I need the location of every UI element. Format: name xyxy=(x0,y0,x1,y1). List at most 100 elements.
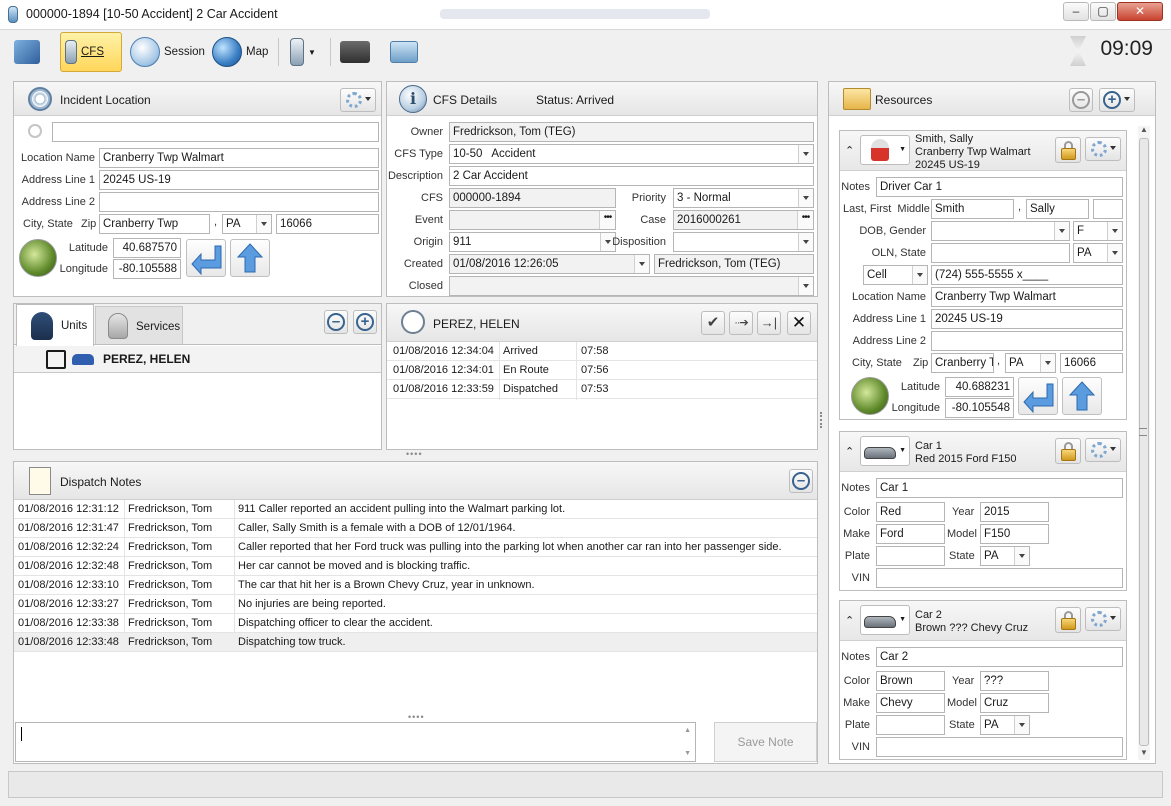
chevron-down-icon[interactable] xyxy=(798,277,813,295)
vertical-splitter-handle[interactable] xyxy=(820,412,823,428)
chevron-down-icon[interactable] xyxy=(256,215,271,233)
resources-scrollbar[interactable]: ▲ ▼ xyxy=(1138,125,1150,760)
table-row[interactable]: 01/08/2016 12:32:24 Fredrickson, Tom Calle… xyxy=(14,538,817,557)
car2-state-select[interactable]: PA xyxy=(980,715,1030,735)
car2-make-field[interactable]: Chevy xyxy=(876,693,945,713)
origin-select[interactable]: 911 xyxy=(449,232,616,252)
car2-plate-field[interactable] xyxy=(876,715,945,735)
car2-model-field[interactable]: Cruz xyxy=(980,693,1049,713)
chevron-down-icon[interactable] xyxy=(1040,354,1055,372)
description-field[interactable]: 2 Car Accident xyxy=(449,166,814,186)
table-row[interactable]: 01/08/2016 12:31:47 Fredrickson, Tom Calle… xyxy=(14,519,817,538)
note-input[interactable]: ▲ ▼ xyxy=(15,722,696,762)
person-address-1-field[interactable]: 20245 US-19 xyxy=(931,309,1123,329)
car1-color-field[interactable]: Red xyxy=(876,502,945,522)
car1-state-select[interactable]: PA xyxy=(980,546,1030,566)
chevron-down-icon[interactable] xyxy=(798,189,813,207)
car1-make-field[interactable]: Ford xyxy=(876,524,945,544)
map-button[interactable]: Map xyxy=(212,32,268,72)
scroll-up-icon[interactable]: ▲ xyxy=(1140,125,1148,134)
chevron-down-icon[interactable] xyxy=(634,255,649,273)
chevron-down-icon[interactable] xyxy=(1054,222,1069,240)
state-select[interactable]: PA xyxy=(222,214,272,234)
phone-type-select[interactable]: Cell xyxy=(863,265,928,285)
dob-select[interactable] xyxy=(931,221,1070,241)
return-arrow-button[interactable] xyxy=(186,239,226,277)
collapse-chevron-icon[interactable]: ⌃ xyxy=(845,614,854,627)
car2-settings-button[interactable] xyxy=(1085,607,1121,631)
table-row[interactable]: 01/08/2016 12:34:01 En Route 07:56 xyxy=(387,361,817,380)
splitter-handle[interactable]: •••• xyxy=(408,712,425,722)
minimize-button[interactable]: – xyxy=(1063,2,1089,21)
zip-field[interactable]: 16066 xyxy=(276,214,379,234)
city-field[interactable]: Cranberry Twp xyxy=(99,214,210,234)
person-longitude-field[interactable]: -80.105548 xyxy=(945,398,1014,418)
table-row[interactable]: 01/08/2016 12:33:38 Fredrickson, Tom Dispa… xyxy=(14,614,817,633)
longitude-field[interactable]: -80.105588 xyxy=(113,259,181,279)
chevron-down-icon[interactable] xyxy=(912,266,927,284)
radio-menu-button[interactable]: ▼ xyxy=(290,32,316,72)
next-status-button[interactable]: ··➔ xyxy=(729,311,753,335)
unit-row[interactable]: PEREZ, HELEN xyxy=(14,346,381,373)
lock-button[interactable] xyxy=(1055,607,1081,633)
chevron-down-icon[interactable] xyxy=(798,145,813,163)
person-address-2-field[interactable] xyxy=(931,331,1123,351)
oln-state-select[interactable]: PA xyxy=(1073,243,1123,263)
person-state-select[interactable]: PA xyxy=(1005,353,1056,373)
scroll-thumb[interactable] xyxy=(1139,138,1149,746)
car1-notes-field[interactable]: Car 1 xyxy=(876,478,1123,498)
chevron-down-icon[interactable] xyxy=(798,233,813,251)
up-arrow-button[interactable] xyxy=(230,239,270,277)
add-unit-button[interactable]: + xyxy=(353,310,377,334)
gender-select[interactable]: F xyxy=(1073,221,1123,241)
event-field[interactable]: ••• xyxy=(449,210,616,230)
table-row[interactable]: 01/08/2016 12:33:59 Dispatched 07:53 xyxy=(387,380,817,399)
chevron-down-icon[interactable] xyxy=(1107,244,1122,262)
ellipsis-icon[interactable]: ••• xyxy=(599,211,615,229)
network-button[interactable] xyxy=(390,32,418,72)
table-row[interactable]: 01/08/2016 12:32:48 Fredrickson, Tom Her c… xyxy=(14,557,817,576)
person-city-field[interactable]: Cranberry T xyxy=(931,353,994,373)
clear-unit-button[interactable]: ✕ xyxy=(787,311,811,335)
priority-select[interactable]: 3 - Normal xyxy=(673,188,814,208)
remove-unit-button[interactable]: – xyxy=(324,310,348,334)
close-button[interactable]: ✕ xyxy=(1117,2,1163,21)
car2-color-field[interactable]: Brown xyxy=(876,671,945,691)
location-name-field[interactable]: Cranberry Twp Walmart xyxy=(99,148,379,168)
person-latitude-field[interactable]: 40.688231 xyxy=(945,377,1014,397)
maximize-button[interactable]: ▢ xyxy=(1090,2,1116,21)
print-button[interactable] xyxy=(340,32,370,72)
closed-field[interactable] xyxy=(449,276,814,296)
add-resource-button[interactable]: + xyxy=(1099,88,1135,112)
table-row[interactable]: 01/08/2016 12:33:10 Fredrickson, Tom The c… xyxy=(14,576,817,595)
splitter-handle[interactable]: •••• xyxy=(406,449,423,459)
lock-button[interactable] xyxy=(1055,438,1081,464)
car1-vin-field[interactable] xyxy=(876,568,1123,588)
phone-field[interactable]: (724) 555-5555 x____ xyxy=(931,265,1123,285)
created-field[interactable]: 01/08/2016 12:26:05 xyxy=(449,254,650,274)
remove-note-button[interactable]: – xyxy=(789,469,813,493)
address-line-2-field[interactable] xyxy=(99,192,379,212)
oln-field[interactable] xyxy=(931,243,1070,263)
location-search-input[interactable] xyxy=(52,122,379,142)
scroll-up-icon[interactable]: ▲ xyxy=(684,727,691,734)
scroll-down-icon[interactable]: ▼ xyxy=(684,750,691,757)
person-return-arrow-button[interactable] xyxy=(1018,377,1058,415)
vehicle-type-button[interactable]: ▼ xyxy=(860,605,910,635)
remove-resource-button[interactable]: – xyxy=(1069,88,1093,112)
case-field[interactable]: 2016000261 ••• xyxy=(673,210,814,230)
cfs-type-select[interactable]: 10-50 Accident xyxy=(449,144,814,164)
scroll-down-icon[interactable]: ▼ xyxy=(1140,748,1148,757)
tab-units[interactable]: Units xyxy=(16,304,94,346)
car1-plate-field[interactable] xyxy=(876,546,945,566)
address-line-1-field[interactable]: 20245 US-19 xyxy=(99,170,379,190)
table-row[interactable]: 01/08/2016 12:31:12 Fredrickson, Tom 911 C… xyxy=(14,500,817,519)
middle-name-field[interactable] xyxy=(1093,199,1123,219)
car1-model-field[interactable]: F150 xyxy=(980,524,1049,544)
person-notes-field[interactable]: Driver Car 1 xyxy=(876,177,1123,197)
last-status-button[interactable]: →| xyxy=(757,311,781,335)
chevron-down-icon[interactable] xyxy=(1107,222,1122,240)
locate-globe-button[interactable] xyxy=(19,239,57,277)
save-note-button[interactable]: Save Note xyxy=(714,722,817,762)
tab-services[interactable]: Services xyxy=(95,306,183,344)
